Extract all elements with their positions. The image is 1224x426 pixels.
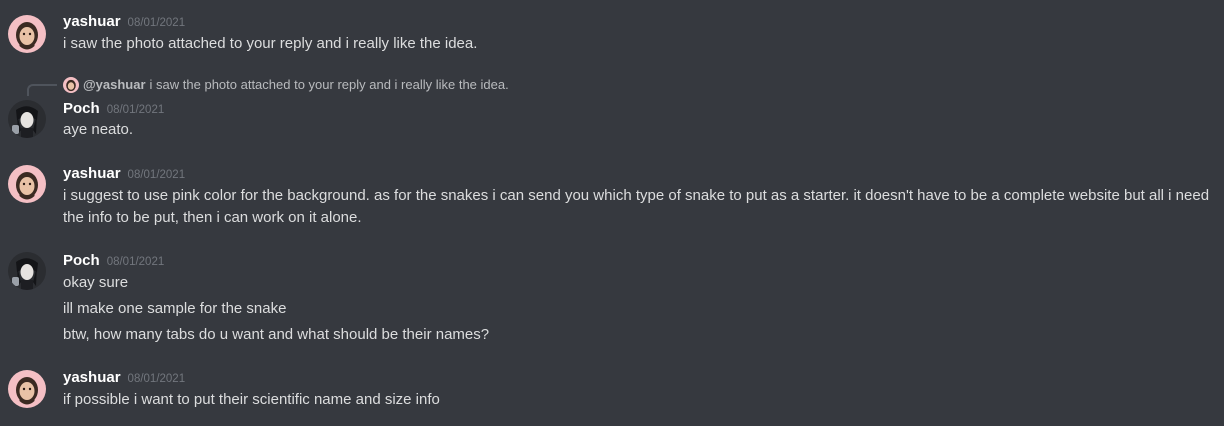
username[interactable]: yashuar: [63, 369, 121, 386]
avatar[interactable]: [8, 252, 46, 290]
username[interactable]: Poch: [63, 252, 100, 269]
message-text: i saw the photo attached to your reply a…: [63, 35, 478, 52]
reply-text[interactable]: i saw the photo attached to your reply a…: [150, 77, 509, 93]
timestamp[interactable]: 08/01/2021: [128, 169, 186, 181]
message-header: yashuar 08/01/2021: [63, 13, 185, 32]
pink-avatar-icon: [8, 15, 46, 53]
avatar[interactable]: [8, 165, 46, 203]
username[interactable]: Poch: [63, 100, 100, 117]
pink-avatar-icon: [63, 77, 79, 93]
message-header: Poch 08/01/2021: [63, 252, 164, 271]
message-header: yashuar 08/01/2021: [63, 165, 185, 184]
message-text: aye neato.: [63, 121, 134, 138]
chat-message-list: yashuar 08/01/2021 i saw the photo attach…: [0, 0, 1224, 426]
timestamp[interactable]: 08/01/2021: [107, 104, 165, 116]
dark-avatar-icon: [8, 100, 46, 138]
timestamp[interactable]: 08/01/2021: [128, 17, 186, 29]
reply-avatar: [63, 77, 79, 93]
avatar[interactable]: [8, 100, 46, 138]
reply-mention[interactable]: @yashuar: [83, 77, 146, 93]
reply-spine: [27, 84, 57, 96]
username[interactable]: yashuar: [63, 165, 121, 182]
message-text: if possible i want to put their scientif…: [63, 391, 440, 408]
message-text: okay sure: [63, 274, 129, 291]
message-text: btw, how many tabs do u want and what sh…: [63, 326, 490, 343]
avatar[interactable]: [8, 15, 46, 53]
dark-avatar-icon: [8, 252, 46, 290]
message-text: i suggest to use pink color for the back…: [63, 187, 1210, 226]
pink-avatar-icon: [8, 370, 46, 408]
username[interactable]: yashuar: [63, 13, 121, 30]
reply-preview[interactable]: @yashuar i saw the photo attached to you…: [63, 77, 509, 93]
avatar[interactable]: [8, 370, 46, 408]
timestamp[interactable]: 08/01/2021: [128, 373, 186, 385]
timestamp[interactable]: 08/01/2021: [107, 256, 165, 268]
message-text: ill make one sample for the snake: [63, 300, 287, 317]
message-header: yashuar 08/01/2021: [63, 369, 185, 388]
message-header: Poch 08/01/2021: [63, 100, 164, 119]
pink-avatar-icon: [8, 165, 46, 203]
